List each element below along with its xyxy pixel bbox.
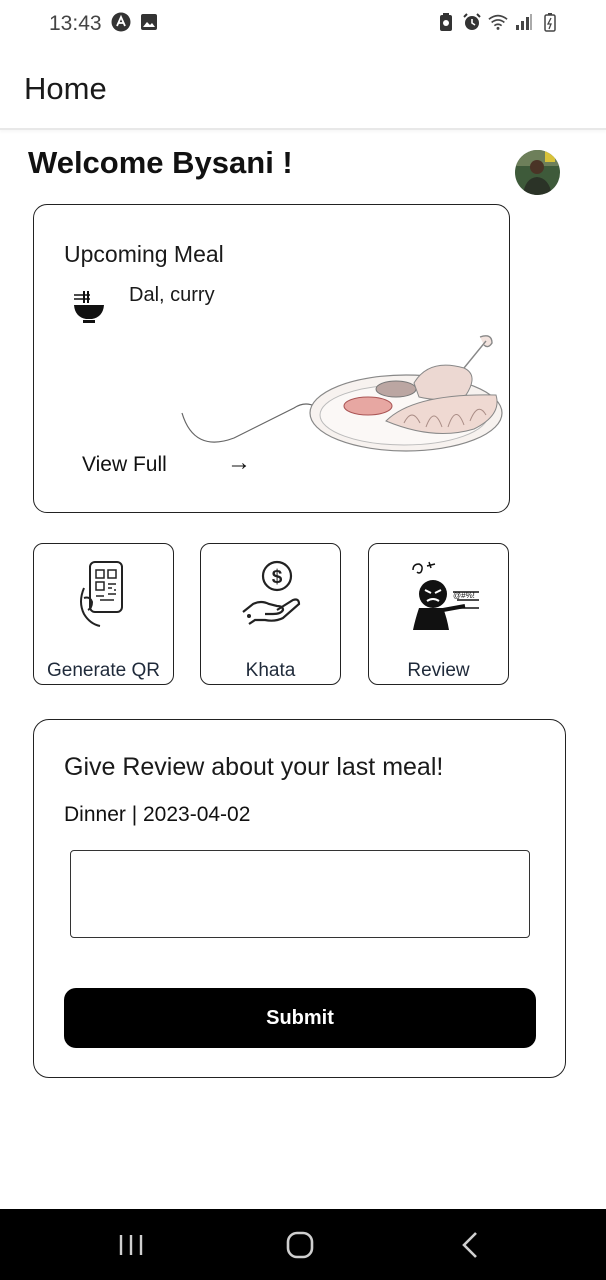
- generate-qr-button[interactable]: Generate QR: [33, 543, 174, 685]
- hand-coin-icon: $: [241, 558, 303, 630]
- review-meal-info: Dinner | 2023-04-02: [64, 803, 251, 826]
- svg-text:$: $: [272, 567, 283, 588]
- image-notification-icon: [139, 12, 159, 32]
- status-time: 13:43: [49, 12, 102, 35]
- review-input[interactable]: [70, 850, 530, 938]
- submit-button[interactable]: Submit: [64, 988, 536, 1048]
- wifi-icon: [488, 12, 508, 32]
- welcome-text: Welcome Bysani !: [28, 145, 293, 180]
- generate-qr-label: Generate QR: [47, 660, 160, 681]
- recents-icon[interactable]: [91, 1209, 171, 1280]
- meal-plate-illustration: [174, 323, 504, 473]
- battery-saver-icon: [436, 12, 456, 32]
- alarm-icon: [462, 12, 482, 32]
- svg-text:@#%!: @#%!: [453, 591, 475, 600]
- navigation-bar: [0, 1209, 606, 1280]
- review-label: Review: [407, 660, 470, 681]
- review-card: Give Review about your last meal! Dinner…: [33, 719, 566, 1078]
- signal-icon: [514, 12, 534, 32]
- review-heading: Give Review about your last meal!: [64, 753, 444, 781]
- view-full-link[interactable]: View Full: [82, 453, 167, 477]
- back-icon[interactable]: [430, 1209, 510, 1280]
- review-button[interactable]: @#%! Review: [368, 543, 509, 685]
- status-system-icons: [436, 12, 560, 32]
- upcoming-meal-heading: Upcoming Meal: [64, 241, 224, 267]
- arrow-right-icon[interactable]: →: [227, 449, 251, 477]
- app-notification-icon: [111, 12, 131, 32]
- battery-icon: [540, 12, 560, 32]
- khata-label: Khata: [245, 660, 296, 681]
- upcoming-meal-card[interactable]: Upcoming Meal Dal, curry View Full →: [33, 204, 510, 513]
- khata-button[interactable]: $ Khata: [200, 543, 341, 685]
- app-bar: Home: [0, 56, 606, 130]
- angry-review-icon: @#%!: [409, 558, 479, 630]
- upcoming-meal-items: Dal, curry: [129, 284, 215, 306]
- home-icon[interactable]: [260, 1209, 340, 1280]
- page-title: Home: [24, 71, 107, 106]
- status-notification-icons: [111, 12, 159, 32]
- avatar[interactable]: [515, 150, 560, 195]
- noodle-bowl-icon: [72, 289, 106, 325]
- status-bar: 13:43: [0, 0, 606, 48]
- phone-qr-icon: [74, 558, 136, 630]
